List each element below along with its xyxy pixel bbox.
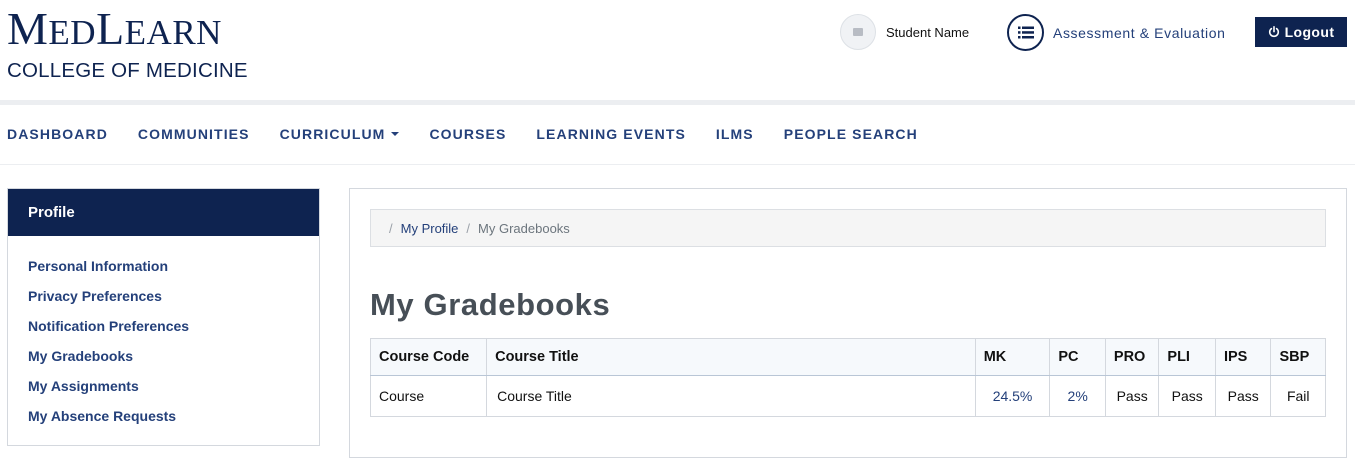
cell-pro-result: Pass	[1104, 375, 1160, 417]
nav-communities[interactable]: COMMUNITIES	[138, 126, 250, 142]
sidebar-item-my-assignments[interactable]: My Assignments	[8, 378, 319, 408]
image-placeholder-icon	[853, 28, 863, 36]
cell-sbp-result: Fail	[1270, 375, 1326, 417]
table-header-row: Course Code Course Title MK PC PRO PLI I…	[369, 338, 1326, 376]
logo-subtitle: COLLEGE OF MEDICINE	[7, 59, 248, 82]
page-title: My Gradebooks	[370, 287, 611, 322]
header-sbp: SBP	[1270, 338, 1326, 376]
user-name[interactable]: Student Name	[886, 25, 969, 40]
power-icon	[1268, 26, 1279, 38]
header-pro: PRO	[1104, 338, 1160, 376]
breadcrumb-separator: /	[389, 220, 393, 236]
nav-dashboard[interactable]: DASHBOARD	[7, 126, 108, 142]
main-nav: DASHBOARD COMMUNITIES CURRICULUM COURSES…	[7, 126, 948, 142]
header-course-code: Course Code	[369, 338, 488, 376]
main-panel: / My Profile / My Gradebooks My Gradeboo…	[349, 188, 1347, 458]
sidebar-item-notification-preferences[interactable]: Notification Preferences	[8, 318, 319, 348]
nav-courses[interactable]: COURSES	[429, 126, 506, 142]
nav-curriculum[interactable]: CURRICULUM	[280, 126, 400, 142]
logout-button[interactable]: Logout	[1255, 17, 1347, 47]
header-ips: IPS	[1214, 338, 1272, 376]
breadcrumb-current: My Gradebooks	[478, 220, 570, 236]
breadcrumb-my-profile[interactable]: My Profile	[401, 221, 459, 236]
gradebook-table: Course Code Course Title MK PC PRO PLI I…	[369, 338, 1326, 417]
caret-down-icon	[391, 132, 400, 136]
header-pli: PLI	[1158, 338, 1216, 376]
cell-mk-score[interactable]: 24.5%	[974, 375, 1051, 417]
list-icon	[1007, 14, 1044, 51]
header-pc: PC	[1049, 338, 1106, 376]
sidebar-item-my-absence-requests[interactable]: My Absence Requests	[8, 408, 319, 438]
cell-ips-result: Pass	[1214, 375, 1272, 417]
user-menu[interactable]: Student Name	[840, 14, 969, 50]
nav-divider	[0, 164, 1355, 165]
header-mk: MK	[974, 338, 1051, 376]
table-row: Course Course Title 24.5% 2% Pass Pass P…	[369, 375, 1326, 417]
cell-pli-result: Pass	[1158, 375, 1216, 417]
sidebar-list: Personal Information Privacy Preferences…	[8, 236, 319, 438]
nav-ilms[interactable]: ILMS	[716, 126, 754, 142]
logout-label: Logout	[1284, 24, 1335, 40]
avatar[interactable]	[840, 14, 876, 50]
breadcrumb-separator: /	[466, 220, 471, 236]
breadcrumb: / My Profile / My Gradebooks	[370, 209, 1326, 247]
logo-wordmark: MEDLEARN	[7, 3, 222, 54]
assessment-evaluation-link[interactable]: Assessment & Evaluation	[1007, 14, 1226, 51]
cell-pc-score[interactable]: 2%	[1049, 375, 1106, 417]
sidebar-item-personal-information[interactable]: Personal Information	[8, 258, 319, 288]
sidebar-title: Profile	[8, 189, 319, 236]
cell-course-title: Course Title	[486, 375, 976, 417]
medlearn-logo[interactable]: MEDLEARN COLLEGE OF MEDICINE	[7, 4, 248, 83]
sidebar-item-my-gradebooks[interactable]: My Gradebooks	[8, 348, 319, 378]
header-course-title: Course Title	[486, 338, 976, 376]
sidebar-item-privacy-preferences[interactable]: Privacy Preferences	[8, 288, 319, 318]
nav-learning-events[interactable]: LEARNING EVENTS	[536, 126, 686, 142]
assessment-label: Assessment & Evaluation	[1053, 24, 1226, 41]
nav-people-search[interactable]: PEOPLE SEARCH	[784, 126, 918, 142]
profile-sidebar: Profile Personal Information Privacy Pre…	[7, 188, 320, 446]
cell-course-code: Course	[369, 375, 488, 417]
header-divider	[0, 100, 1355, 105]
